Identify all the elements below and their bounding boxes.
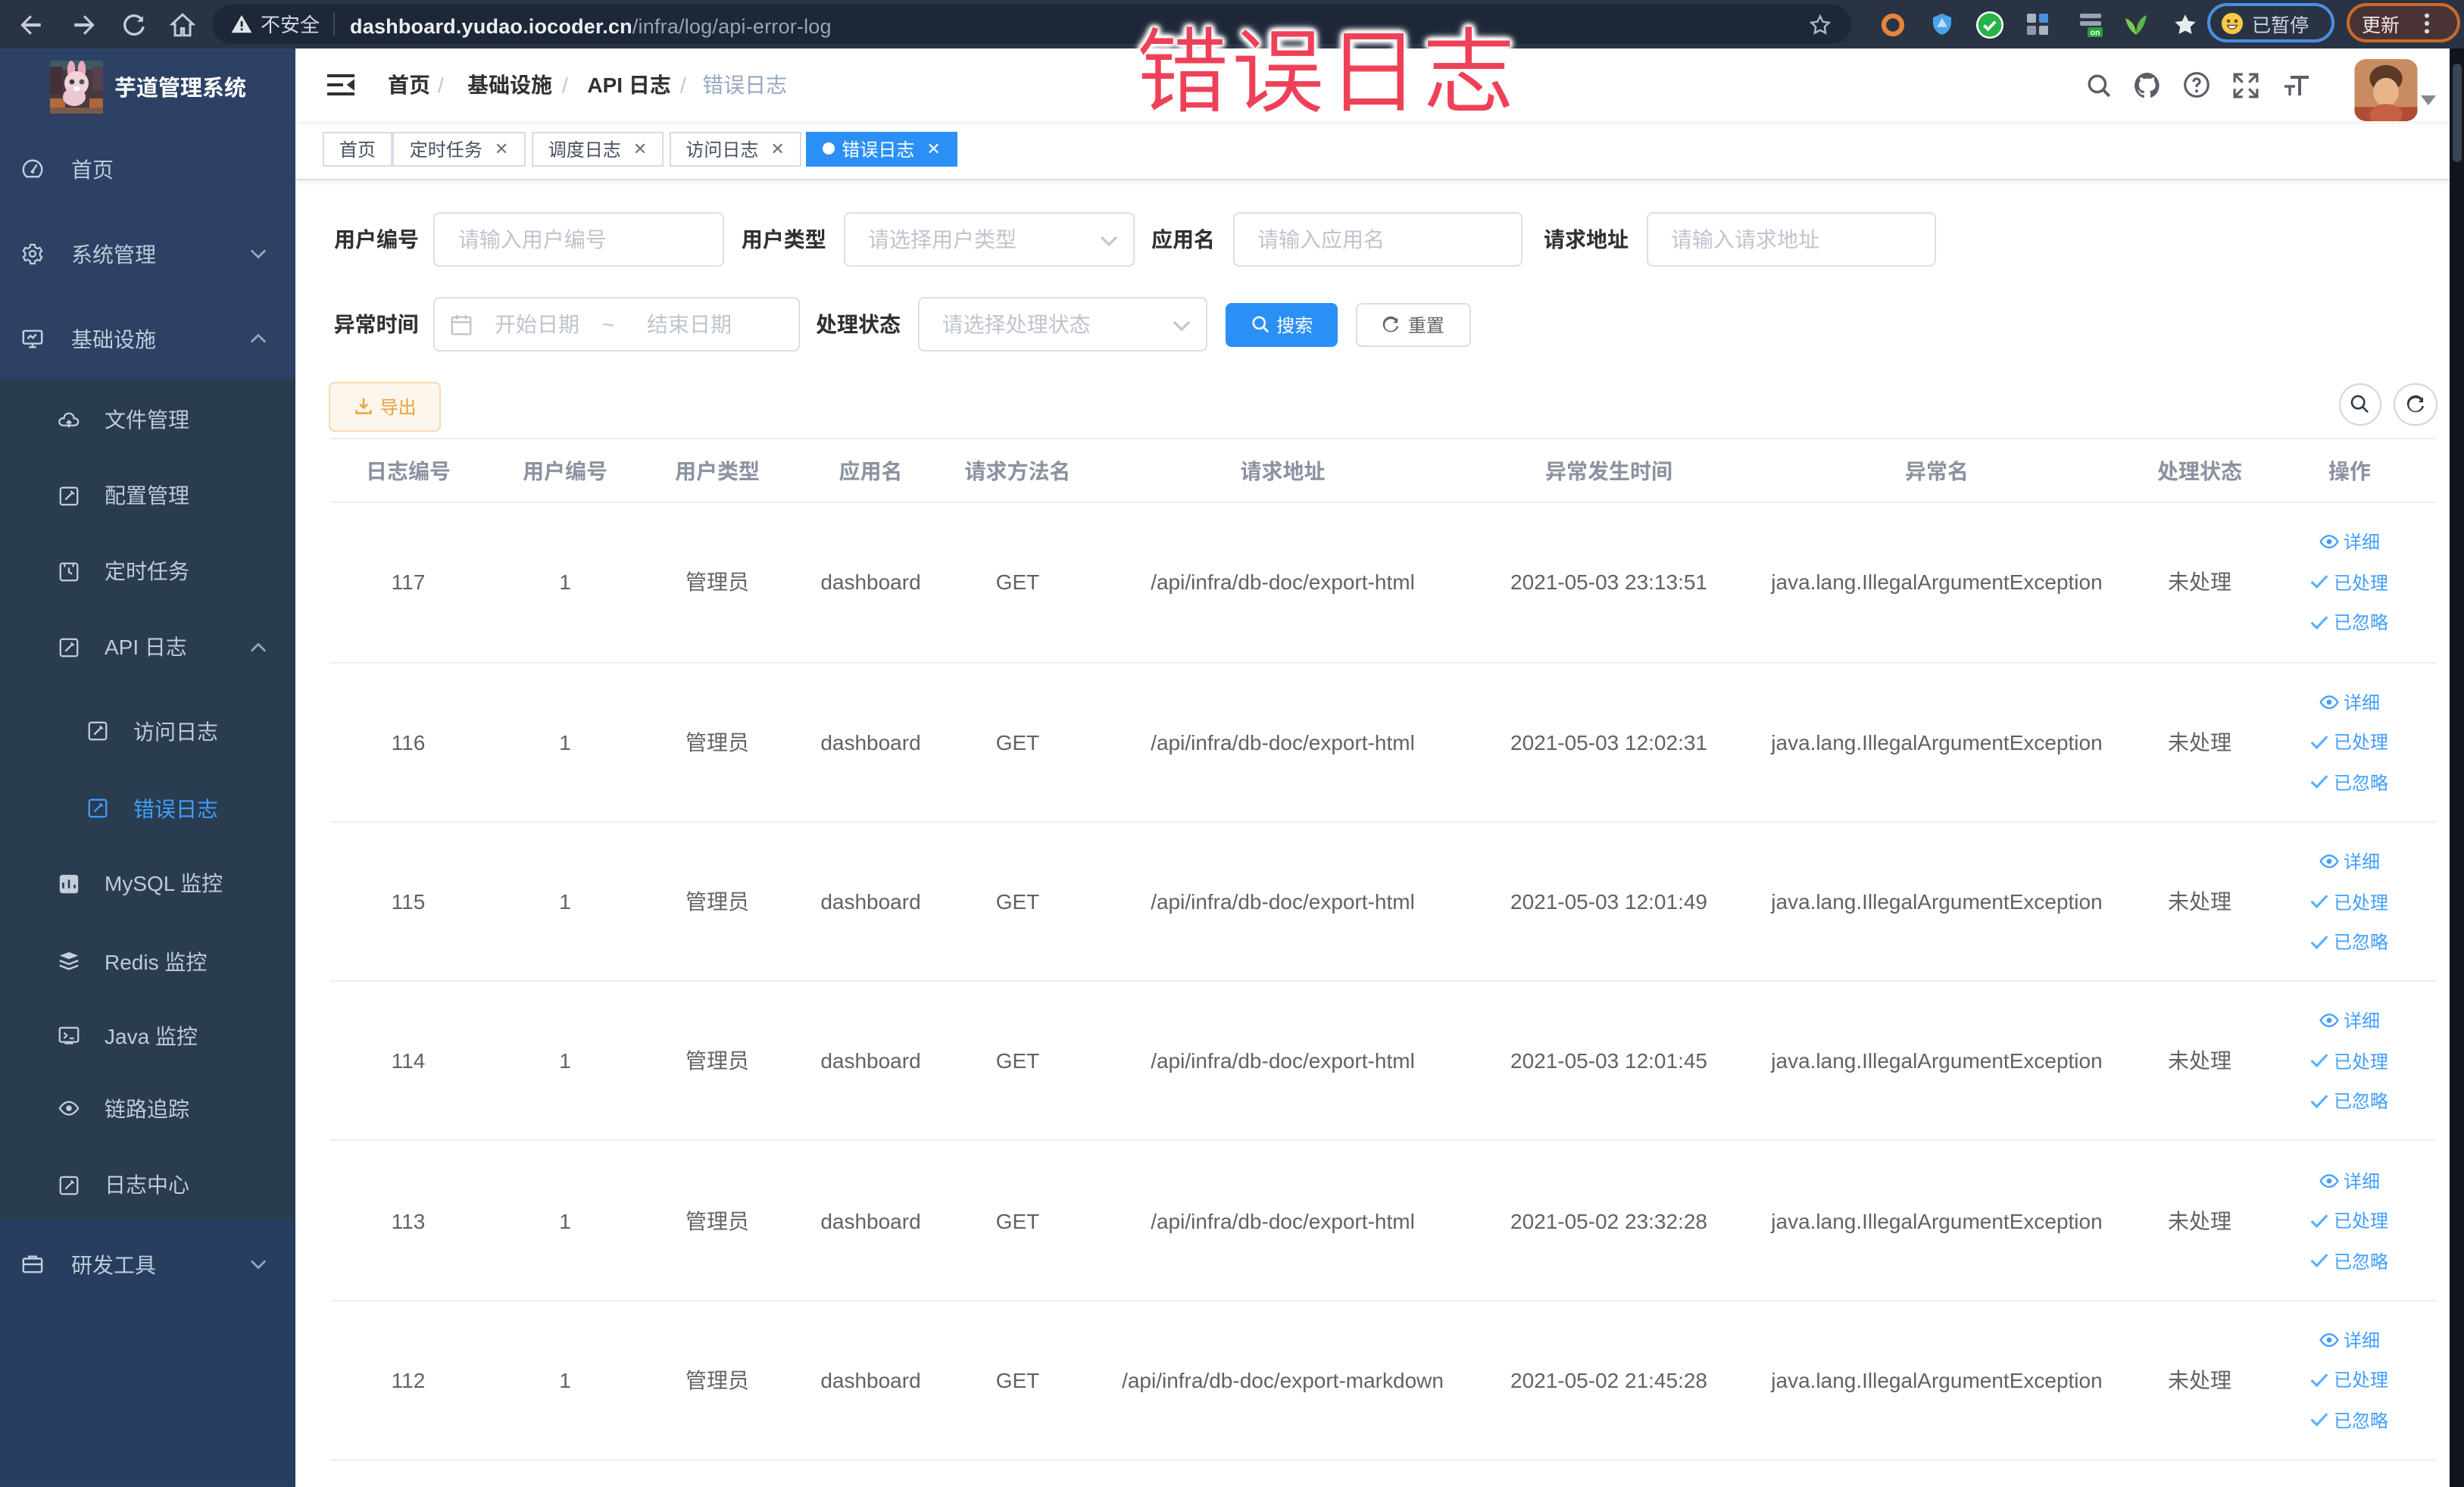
- svg-text:on: on: [2090, 27, 2100, 38]
